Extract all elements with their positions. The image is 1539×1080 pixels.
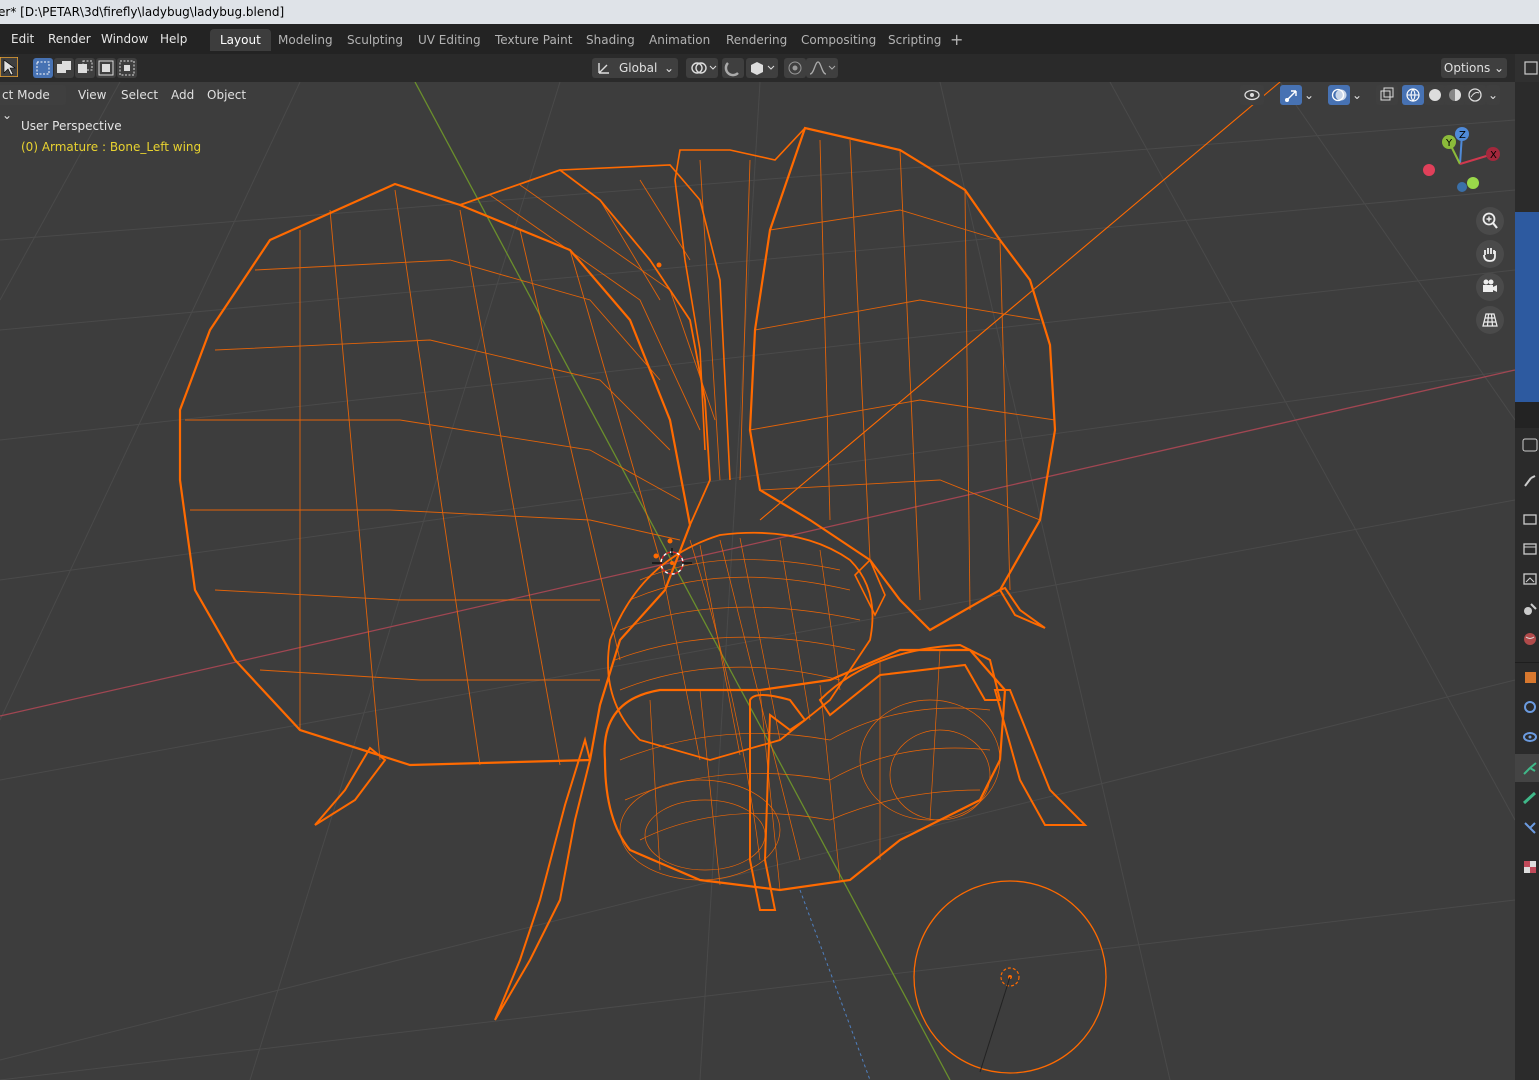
tab-compositing[interactable]: Compositing xyxy=(791,29,886,51)
falloff-curve-icon[interactable] xyxy=(806,58,838,78)
select-intersect-icon[interactable] xyxy=(117,58,137,78)
viewport-header: ct Mode ⌄ View Select Add Object ⌄ ⌄ ⌄ xyxy=(0,82,1515,122)
menu-add[interactable]: Add xyxy=(165,85,200,105)
neg-y-axis-icon[interactable] xyxy=(1467,177,1479,189)
object-origin-dot xyxy=(667,538,673,544)
view-perspective-label: User Perspective xyxy=(21,119,122,133)
tab-uv-editing[interactable]: UV Editing xyxy=(408,29,491,51)
overlays-icon[interactable] xyxy=(1328,85,1350,105)
select-extend-icon[interactable] xyxy=(54,58,74,78)
gizmo-toggle-icon[interactable] xyxy=(1280,85,1302,105)
render-properties-icon[interactable] xyxy=(1521,510,1539,528)
chevron-down-icon[interactable]: ⌄ xyxy=(1486,85,1500,105)
navigation-gizmo[interactable]: Z Y X xyxy=(1420,124,1510,200)
armature-data-icon[interactable] xyxy=(1521,759,1539,777)
x-axis-label: X xyxy=(1490,150,1497,161)
tab-texture-paint[interactable]: Texture Paint xyxy=(485,29,582,51)
neg-x-axis-icon[interactable] xyxy=(1423,164,1435,176)
snap-icon[interactable] xyxy=(722,58,744,78)
bone-constraint-icon[interactable] xyxy=(1521,819,1539,837)
menu-help[interactable]: Help xyxy=(160,24,187,54)
add-workspace-icon[interactable]: + xyxy=(946,29,967,51)
menu-object[interactable]: Object xyxy=(201,85,252,105)
menu-select[interactable]: Select xyxy=(115,85,164,105)
wireframe-shading-icon[interactable] xyxy=(1402,85,1424,105)
tab-shading[interactable]: Shading xyxy=(576,29,645,51)
3d-viewport[interactable] xyxy=(0,82,1515,1080)
z-axis-label: Z xyxy=(1459,130,1466,141)
pivot-point-icon[interactable] xyxy=(686,58,718,78)
scene-properties-icon[interactable] xyxy=(1521,600,1539,618)
menu-window[interactable]: Window xyxy=(101,24,148,54)
physics-properties-icon[interactable] xyxy=(1521,728,1539,746)
object-origin-dot xyxy=(656,262,662,268)
zoom-icon[interactable] xyxy=(1476,207,1504,235)
perspective-toggle-icon[interactable] xyxy=(1476,306,1504,334)
tab-rendering[interactable]: Rendering xyxy=(716,29,797,51)
material-shading-icon[interactable] xyxy=(1444,85,1466,105)
bone-properties-icon[interactable] xyxy=(1521,789,1539,807)
tab-layout[interactable]: Layout xyxy=(210,29,271,51)
options-dropdown[interactable]: Options ⌄ xyxy=(1441,58,1507,78)
visibility-icon[interactable] xyxy=(1240,85,1264,105)
output-properties-icon[interactable] xyxy=(1521,540,1539,558)
hand-pan-icon[interactable] xyxy=(1476,240,1504,268)
y-axis-label: Y xyxy=(1445,138,1453,149)
window-title-bar: er* [D:\PETAR\3d\firefly\ladybug\ladybug… xyxy=(0,0,1539,24)
snap-target-icon[interactable] xyxy=(746,58,778,78)
chevron-down-icon[interactable]: ⌄ xyxy=(1302,85,1316,105)
tab-separator xyxy=(1515,654,1539,663)
outliner-selection-highlight xyxy=(1515,212,1539,402)
orientation-label: Global xyxy=(619,61,658,75)
texture-properties-icon[interactable] xyxy=(1521,858,1539,876)
chevron-down-icon: ⌄ xyxy=(1494,61,1505,75)
mode-label: ct Mode xyxy=(2,88,50,102)
camera-view-icon[interactable] xyxy=(1476,273,1504,301)
chevron-down-icon[interactable]: ⌄ xyxy=(1350,85,1364,105)
xray-toggle-icon[interactable] xyxy=(1376,85,1398,105)
chevron-down-icon: ⌄ xyxy=(663,61,674,75)
object-origin-dot xyxy=(653,553,659,559)
tab-sculpting[interactable]: Sculpting xyxy=(337,29,413,51)
select-new-icon[interactable] xyxy=(33,58,53,78)
active-object-info: (0) Armature : Bone_Left wing xyxy=(21,140,202,154)
modifier-properties-icon[interactable] xyxy=(1521,698,1539,716)
menu-view[interactable]: View xyxy=(72,85,112,105)
object-properties-icon[interactable] xyxy=(1521,668,1539,686)
proportional-edit-icon[interactable] xyxy=(784,58,806,78)
tool-properties-icon[interactable] xyxy=(1521,472,1539,490)
editor-type-icon[interactable] xyxy=(1521,436,1539,454)
mode-dropdown[interactable]: ct Mode ⌄ xyxy=(0,85,66,122)
menu-render[interactable]: Render xyxy=(48,24,91,54)
world-properties-icon[interactable] xyxy=(1521,630,1539,648)
orientation-icon xyxy=(596,58,612,84)
top-menu-bar: Edit Render Window Help Layout Modeling … xyxy=(0,24,1539,54)
select-invert-icon[interactable] xyxy=(96,58,116,78)
tab-animation[interactable]: Animation xyxy=(639,29,720,51)
tool-header: Global ⌄ Options ⌄ xyxy=(0,54,1515,82)
rendered-shading-icon[interactable] xyxy=(1464,85,1486,105)
neg-z-axis-icon[interactable] xyxy=(1457,182,1467,192)
solid-shading-icon[interactable] xyxy=(1424,85,1446,105)
menu-edit[interactable]: Edit xyxy=(11,24,34,54)
tab-modeling[interactable]: Modeling xyxy=(268,29,343,51)
outliner-header xyxy=(1515,54,1539,82)
view-layer-properties-icon[interactable] xyxy=(1521,570,1539,588)
panel-divider xyxy=(1515,402,1539,428)
select-subtract-icon[interactable] xyxy=(75,58,95,78)
tab-scripting[interactable]: Scripting xyxy=(878,29,951,51)
chevron-down-icon: ⌄ xyxy=(2,108,13,122)
transform-orientation-dropdown[interactable]: Global ⌄ xyxy=(592,58,678,78)
options-label: Options xyxy=(1443,61,1491,75)
cursor-tool-icon[interactable] xyxy=(0,56,19,78)
properties-tab-strip xyxy=(1515,54,1539,1080)
window-title: er* [D:\PETAR\3d\firefly\ladybug\ladybug… xyxy=(0,5,285,19)
